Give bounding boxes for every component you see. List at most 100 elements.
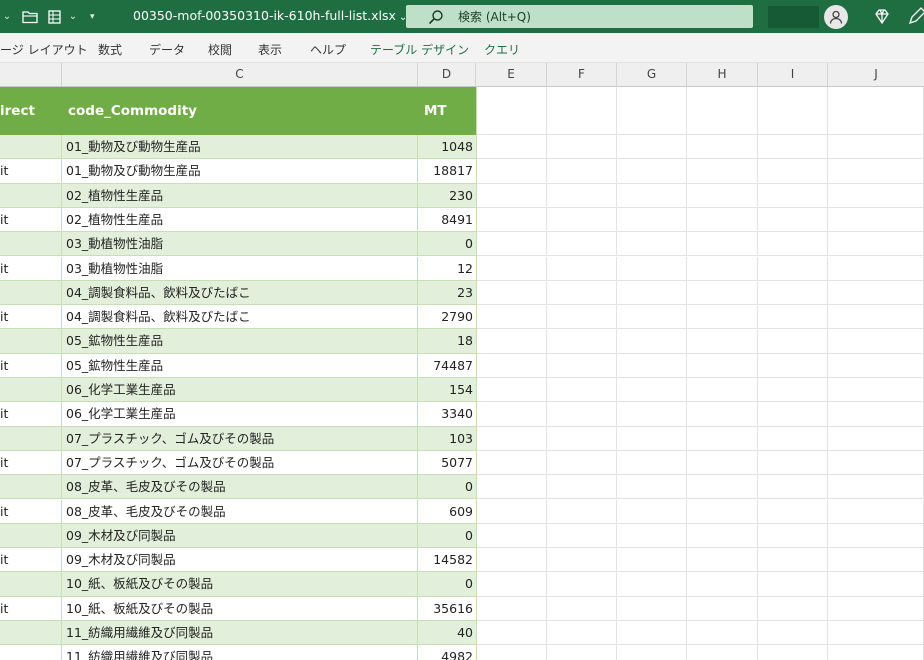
empty-cell[interactable] bbox=[617, 378, 687, 403]
empty-cell[interactable] bbox=[476, 596, 547, 621]
empty-cell[interactable] bbox=[617, 87, 687, 135]
mt-cell[interactable]: 154 bbox=[418, 378, 476, 403]
empty-cell[interactable] bbox=[476, 402, 547, 427]
commodity-cell[interactable]: 02_植物性生産品 bbox=[62, 207, 418, 233]
empty-cell[interactable] bbox=[476, 305, 547, 330]
empty-cell[interactable] bbox=[687, 645, 758, 660]
direction-cell[interactable]: it bbox=[0, 159, 62, 184]
commodity-cell[interactable]: 04_調製食料品、飲料及びたばこ bbox=[62, 280, 418, 306]
empty-cell[interactable] bbox=[617, 499, 687, 524]
pen-icon[interactable] bbox=[906, 7, 924, 27]
empty-cell[interactable] bbox=[617, 135, 687, 160]
empty-cell[interactable] bbox=[828, 232, 924, 257]
empty-cell[interactable] bbox=[476, 280, 547, 306]
empty-cell[interactable] bbox=[758, 183, 828, 208]
empty-cell[interactable] bbox=[828, 159, 924, 184]
empty-cell[interactable] bbox=[687, 256, 758, 281]
empty-cell[interactable] bbox=[617, 159, 687, 184]
empty-cell[interactable] bbox=[687, 621, 758, 646]
column-header-c[interactable]: C bbox=[62, 63, 418, 87]
empty-cell[interactable] bbox=[617, 621, 687, 646]
empty-cell[interactable] bbox=[476, 572, 547, 597]
commodity-cell[interactable]: 06_化学工業生産品 bbox=[62, 378, 418, 403]
direction-cell[interactable] bbox=[0, 329, 62, 354]
empty-cell[interactable] bbox=[617, 523, 687, 549]
open-folder-icon[interactable] bbox=[20, 7, 40, 27]
direction-cell[interactable] bbox=[0, 475, 62, 500]
empty-cell[interactable] bbox=[828, 499, 924, 524]
empty-cell[interactable] bbox=[476, 135, 547, 160]
empty-cell[interactable] bbox=[617, 596, 687, 621]
empty-cell[interactable] bbox=[547, 426, 617, 451]
empty-cell[interactable] bbox=[828, 475, 924, 500]
commodity-cell[interactable]: 05_鉱物性生産品 bbox=[62, 353, 418, 378]
empty-cell[interactable] bbox=[687, 499, 758, 524]
direction-cell[interactable]: it bbox=[0, 402, 62, 427]
empty-cell[interactable] bbox=[617, 305, 687, 330]
mt-cell[interactable]: 40 bbox=[418, 621, 476, 646]
commodity-cell[interactable]: 06_化学工業生産品 bbox=[62, 402, 418, 427]
empty-cell[interactable] bbox=[476, 645, 547, 660]
empty-cell[interactable] bbox=[476, 475, 547, 500]
commodity-cell[interactable]: 10_紙、板紙及びその製品 bbox=[62, 596, 418, 621]
empty-cell[interactable] bbox=[617, 256, 687, 281]
empty-cell[interactable] bbox=[687, 305, 758, 330]
mt-cell[interactable]: 2790 bbox=[418, 305, 476, 330]
mt-cell[interactable]: 0 bbox=[418, 572, 476, 597]
mt-cell[interactable]: 0 bbox=[418, 475, 476, 500]
direction-cell[interactable]: it bbox=[0, 353, 62, 378]
empty-cell[interactable] bbox=[617, 426, 687, 451]
empty-cell[interactable] bbox=[758, 499, 828, 524]
empty-cell[interactable] bbox=[547, 135, 617, 160]
column-header-e[interactable]: E bbox=[476, 63, 547, 87]
tab-page-layout[interactable]: ージ レイアウト bbox=[0, 41, 88, 58]
empty-cell[interactable] bbox=[617, 572, 687, 597]
file-name-title[interactable]: 00350-mof-00350310-ik-610h-full-list.xls… bbox=[133, 8, 407, 23]
empty-cell[interactable] bbox=[758, 596, 828, 621]
empty-cell[interactable] bbox=[687, 450, 758, 476]
empty-cell[interactable] bbox=[617, 280, 687, 306]
empty-cell[interactable] bbox=[828, 87, 924, 135]
column-header-f[interactable]: F bbox=[547, 63, 617, 87]
empty-cell[interactable] bbox=[617, 207, 687, 233]
empty-cell[interactable] bbox=[758, 232, 828, 257]
empty-cell[interactable] bbox=[828, 353, 924, 378]
empty-cell[interactable] bbox=[617, 475, 687, 500]
empty-cell[interactable] bbox=[617, 329, 687, 354]
commodity-cell[interactable]: 03_動植物性油脂 bbox=[62, 232, 418, 257]
empty-cell[interactable] bbox=[547, 645, 617, 660]
empty-cell[interactable] bbox=[547, 402, 617, 427]
mt-cell[interactable]: 35616 bbox=[418, 596, 476, 621]
tab-data[interactable]: データ bbox=[149, 41, 185, 58]
empty-cell[interactable] bbox=[476, 183, 547, 208]
empty-cell[interactable] bbox=[687, 329, 758, 354]
mt-cell[interactable]: 103 bbox=[418, 426, 476, 451]
empty-cell[interactable] bbox=[758, 426, 828, 451]
column-header-j[interactable]: J bbox=[828, 63, 924, 87]
direction-cell[interactable] bbox=[0, 280, 62, 306]
column-header-d[interactable]: D bbox=[418, 63, 476, 87]
empty-cell[interactable] bbox=[547, 499, 617, 524]
commodity-cell[interactable]: 07_プラスチック、ゴム及びその製品 bbox=[62, 450, 418, 476]
empty-cell[interactable] bbox=[758, 280, 828, 306]
empty-cell[interactable] bbox=[687, 572, 758, 597]
empty-cell[interactable] bbox=[687, 159, 758, 184]
empty-cell[interactable] bbox=[617, 402, 687, 427]
empty-cell[interactable] bbox=[476, 378, 547, 403]
empty-cell[interactable] bbox=[687, 232, 758, 257]
mt-cell[interactable]: 4982 bbox=[418, 645, 476, 660]
empty-cell[interactable] bbox=[547, 450, 617, 476]
empty-cell[interactable] bbox=[687, 87, 758, 135]
direction-cell[interactable] bbox=[0, 232, 62, 257]
empty-cell[interactable] bbox=[547, 475, 617, 500]
empty-cell[interactable] bbox=[547, 353, 617, 378]
empty-cell[interactable] bbox=[828, 621, 924, 646]
commodity-cell[interactable]: 08_皮革、毛皮及びその製品 bbox=[62, 499, 418, 524]
mt-cell[interactable]: 1048 bbox=[418, 135, 476, 160]
column-header-h[interactable]: H bbox=[687, 63, 758, 87]
empty-cell[interactable] bbox=[828, 450, 924, 476]
empty-cell[interactable] bbox=[547, 548, 617, 573]
empty-cell[interactable] bbox=[758, 645, 828, 660]
empty-cell[interactable] bbox=[828, 280, 924, 306]
empty-cell[interactable] bbox=[758, 329, 828, 354]
